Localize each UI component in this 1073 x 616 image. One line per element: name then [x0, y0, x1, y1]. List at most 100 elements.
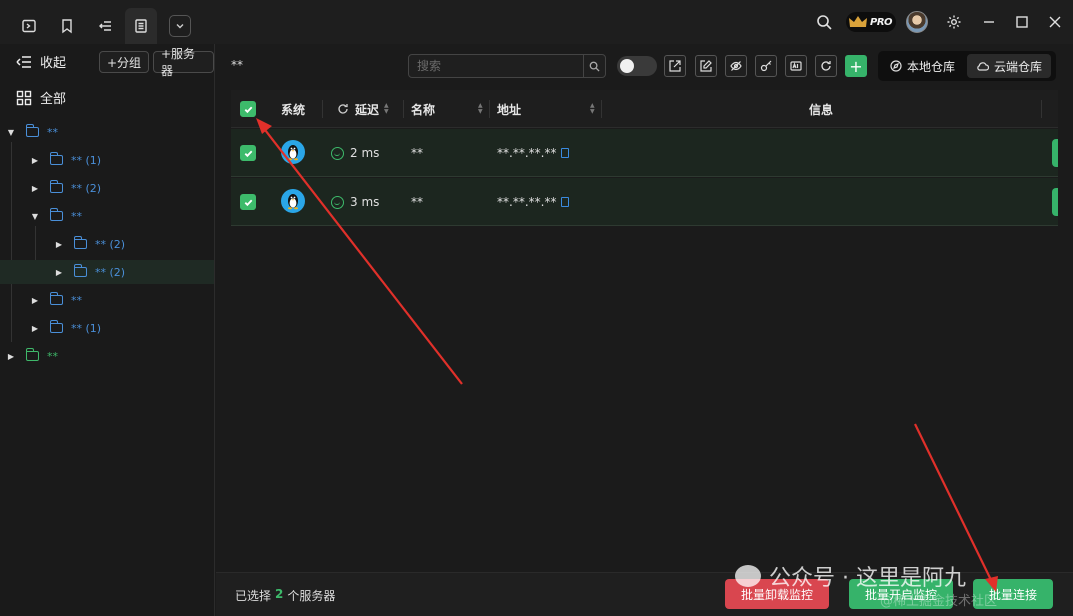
terminal-tab[interactable] [13, 8, 45, 44]
column-label: 地址 [497, 102, 522, 117]
user-avatar[interactable] [906, 11, 928, 33]
row-checkbox[interactable] [240, 194, 256, 210]
hide-button[interactable] [725, 55, 747, 77]
eye-off-icon [730, 61, 742, 71]
column-header-address[interactable]: 地址 ▲ ▼ [497, 90, 597, 128]
close-button[interactable] [1044, 10, 1066, 34]
export-button[interactable] [664, 55, 686, 77]
transfer-tab[interactable] [89, 8, 121, 44]
row-action-handle[interactable] [1052, 139, 1058, 167]
tree-item[interactable]: ▶ ** [0, 344, 214, 368]
tree-item-label: ** [47, 349, 58, 363]
row-action-handle[interactable] [1052, 188, 1058, 216]
column-header-name[interactable]: 名称 ▲ ▼ [411, 90, 483, 128]
tab-cloud-repository[interactable]: 云端仓库 [967, 54, 1052, 78]
column-label: 名称 [411, 102, 436, 117]
maximize-icon [1016, 16, 1028, 28]
caret-down-icon[interactable]: ▼ [30, 212, 40, 221]
wechat-icon [735, 565, 761, 587]
folder-icon [50, 152, 63, 165]
grid-icon [16, 90, 32, 105]
tab-local-repository[interactable]: 本地仓库 [881, 54, 964, 78]
global-search-button[interactable] [813, 10, 835, 34]
maximize-button[interactable] [1011, 10, 1033, 34]
all-servers-item[interactable]: 全部 [16, 88, 66, 107]
settings-button[interactable] [943, 10, 965, 34]
tree-item[interactable]: ▼ ** [0, 204, 214, 228]
copy-icon[interactable] [561, 148, 570, 158]
tree-item-selected[interactable]: ▶ ** (2) [0, 260, 214, 284]
tree-item[interactable]: ▼ ** [0, 120, 214, 144]
collapse-button[interactable]: 收起 [16, 52, 66, 71]
column-header-system[interactable]: 系统 [281, 90, 305, 128]
address-cell: **.**.**.** [497, 178, 570, 226]
folder-icon [74, 236, 87, 249]
main-panel: ** + 本地仓库 云端仓库 [216, 44, 1073, 616]
latency-value: 3 ms [350, 195, 380, 209]
row-checkbox[interactable] [240, 145, 256, 161]
caret-right-icon[interactable]: ▶ [6, 352, 16, 361]
caret-right-icon[interactable]: ▶ [30, 184, 40, 193]
table-row[interactable]: 3 ms ** **.**.**.** [231, 178, 1058, 226]
column-label: 延迟 [355, 102, 380, 117]
plus-icon: + [849, 56, 863, 76]
tree-item-label: ** [71, 293, 82, 307]
tree-item-label: ** [71, 209, 82, 223]
view-toggle[interactable] [617, 56, 657, 76]
sort-icon[interactable]: ▲ ▼ [384, 103, 389, 115]
tree-item[interactable]: ▶ ** (2) [0, 232, 214, 256]
export-icon [669, 60, 681, 72]
bookmark-tab[interactable] [51, 8, 83, 44]
folder-icon [26, 124, 39, 137]
column-header-info[interactable]: 信息 [809, 90, 833, 128]
selection-summary: 已选择 2 个服务器 [235, 587, 335, 604]
caret-right-icon[interactable]: ▶ [30, 296, 40, 305]
linux-penguin-icon [281, 140, 305, 164]
add-server-button[interactable]: +服务器 [153, 47, 214, 78]
copy-icon[interactable] [561, 197, 570, 207]
column-header-latency[interactable]: 延迟 ▲ ▼ [337, 90, 389, 128]
sidebar: 收起 +分组 +服务器 全部 ▼ ** ▶ ** (1) ▶ ** (2) ▼ … [0, 44, 215, 616]
caret-right-icon[interactable]: ▶ [30, 156, 40, 165]
tree-item[interactable]: ▶ ** (1) [0, 316, 214, 340]
tree-item-label: ** (2) [95, 237, 126, 251]
add-group-button[interactable]: +分组 [99, 51, 150, 73]
watermark: 公众号 · 这里是阿九 [735, 560, 966, 592]
key-button[interactable] [755, 55, 777, 77]
caret-down-icon[interactable]: ▼ [6, 128, 16, 137]
compass-icon [890, 60, 902, 72]
minimize-button[interactable] [978, 10, 1000, 34]
sort-icon[interactable]: ▲ ▼ [478, 103, 483, 115]
search-button[interactable] [583, 55, 605, 77]
server-list-tab[interactable] [125, 8, 157, 44]
check-icon [244, 150, 252, 157]
tree-item[interactable]: ▶ ** (2) [0, 176, 214, 200]
tab-dropdown-button[interactable] [169, 15, 191, 37]
gear-icon [947, 15, 961, 29]
folder-icon [26, 348, 39, 361]
edit-button[interactable] [695, 55, 717, 77]
search-input[interactable] [409, 55, 583, 77]
add-button[interactable]: + [845, 55, 867, 77]
selection-count: 2 [275, 587, 284, 601]
server-list-icon [135, 19, 147, 33]
select-all-checkbox[interactable] [240, 101, 256, 117]
caret-right-icon[interactable]: ▶ [30, 324, 40, 333]
chevron-down-icon [176, 24, 184, 29]
caret-right-icon[interactable]: ▶ [54, 268, 64, 277]
address-value: **.**.**.** [497, 146, 557, 160]
refresh-button[interactable] [815, 55, 837, 77]
script-button[interactable] [785, 55, 807, 77]
pro-badge[interactable]: PRO [846, 12, 897, 32]
tree-item[interactable]: ▶ ** [0, 288, 214, 312]
latency-cell: 2 ms [331, 129, 379, 177]
sort-icon[interactable]: ▲ ▼ [590, 103, 595, 115]
watermark-text: 公众号 · 这里是阿九 [769, 566, 966, 591]
tree-item[interactable]: ▶ ** (1) [0, 148, 214, 172]
address-cell: **.**.**.** [497, 129, 570, 177]
tree-item-label: ** (1) [71, 153, 102, 167]
table-row[interactable]: 2 ms ** **.**.**.** [231, 129, 1058, 177]
crown-icon [849, 16, 867, 27]
caret-right-icon[interactable]: ▶ [54, 240, 64, 249]
refresh-icon[interactable] [337, 103, 349, 115]
